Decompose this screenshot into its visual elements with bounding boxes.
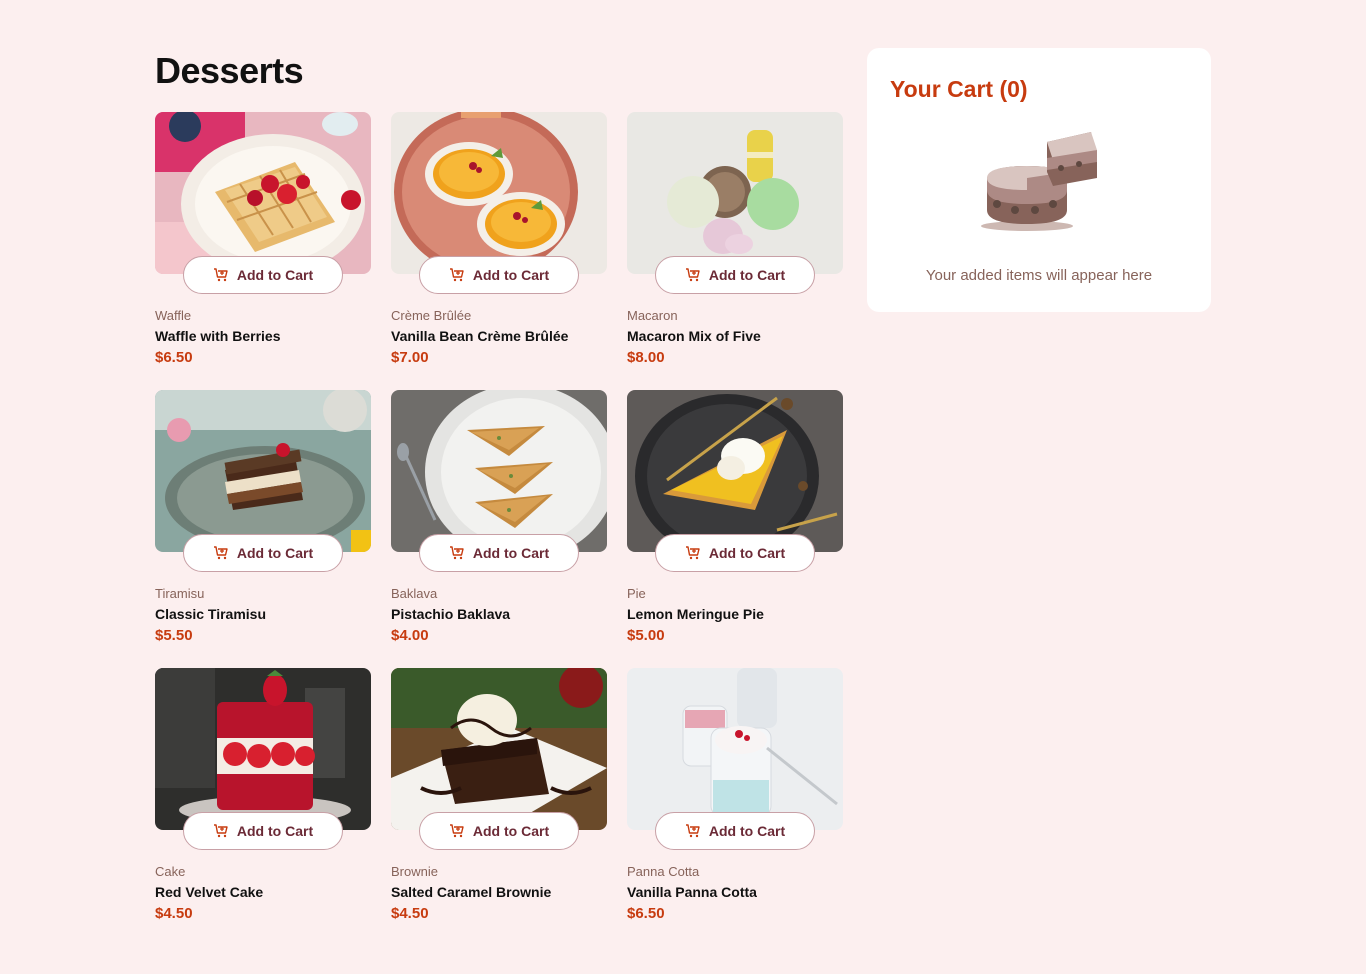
add-to-cart-label: Add to Cart (472, 545, 550, 561)
add-cart-icon (449, 267, 465, 283)
product-name: Vanilla Bean Crème Brûlée (391, 328, 569, 344)
product-name: Classic Tiramisu (155, 606, 267, 622)
product-name: Waffle with Berries (155, 328, 281, 344)
product-category: Waffle (155, 308, 192, 323)
product-card: Add to Cart Brownie Salted Caramel Brown… (391, 668, 607, 946)
macaron-image (627, 112, 843, 274)
pie-image (627, 390, 843, 552)
product-name: Pistachio Baklava (391, 606, 511, 622)
add-to-cart-button[interactable]: Add to Cart (183, 812, 343, 850)
product-price: $6.50 (627, 905, 665, 922)
product-name: Macaron Mix of Five (627, 328, 761, 344)
add-cart-icon (213, 823, 229, 839)
add-cart-icon (449, 545, 465, 561)
product-category: Brownie (391, 864, 438, 879)
product-category: Pie (627, 586, 646, 601)
product-name: Red Velvet Cake (155, 884, 264, 900)
add-to-cart-label: Add to Cart (472, 823, 550, 839)
add-to-cart-label: Add to Cart (472, 267, 550, 283)
product-price: $5.00 (627, 627, 665, 644)
add-to-cart-button[interactable]: Add to Cart (183, 256, 343, 294)
add-to-cart-label: Add to Cart (236, 267, 314, 283)
product-category: Tiramisu (155, 586, 205, 601)
brownie-image (391, 668, 607, 830)
product-category: Baklava (391, 586, 438, 601)
add-cart-icon (213, 267, 229, 283)
product-card: Add to Cart Macaron Macaron Mix of Five … (627, 112, 843, 390)
product-category: Macaron (627, 308, 678, 323)
add-cart-icon (685, 267, 701, 283)
cart-panel: Your Cart (0) Your added items will appe… (867, 48, 1211, 312)
panna-cotta-image (627, 668, 843, 830)
product-price: $4.50 (155, 905, 193, 922)
baklava-image (391, 390, 607, 552)
product-card: Add to Cart Baklava Pistachio Baklava $4… (391, 390, 607, 668)
add-to-cart-label: Add to Cart (236, 545, 314, 561)
product-category: Cake (155, 864, 186, 879)
product-price: $5.50 (155, 627, 193, 644)
product-card: Add to Cart Tiramisu Classic Tiramisu $5… (155, 390, 371, 668)
add-to-cart-button[interactable]: Add to Cart (419, 534, 579, 572)
product-card: Add to Cart Panna Cotta Vanilla Panna Co… (627, 668, 843, 946)
add-to-cart-button[interactable]: Add to Cart (655, 812, 815, 850)
cart-title: Your Cart (0) (890, 76, 1028, 102)
product-price: $8.00 (627, 349, 665, 366)
cake-image (155, 668, 371, 830)
product-price: $4.00 (391, 627, 429, 644)
add-to-cart-button[interactable]: Add to Cart (183, 534, 343, 572)
product-card: Add to Cart Pie Lemon Meringue Pie $5.00 (627, 390, 843, 668)
product-category: Crème Brûlée (391, 308, 472, 323)
product-price: $7.00 (391, 349, 429, 366)
product-name: Lemon Meringue Pie (627, 606, 764, 622)
product-name: Vanilla Panna Cotta (627, 884, 757, 900)
product-card: Add to Cart Cake Red Velvet Cake $4.50 (155, 668, 371, 946)
cart-empty-message: Your added items will appear here (925, 267, 1153, 284)
product-card: Add to Cart Waffle Waffle with Berries $… (155, 112, 371, 390)
add-to-cart-button[interactable]: Add to Cart (419, 812, 579, 850)
product-category: Panna Cotta (627, 864, 700, 879)
waffle-image (155, 112, 371, 274)
product-grid: Add to Cart Waffle Waffle with Berries $… (155, 112, 843, 946)
add-to-cart-label: Add to Cart (708, 823, 786, 839)
add-to-cart-label: Add to Cart (236, 823, 314, 839)
tiramisu-image (155, 390, 371, 552)
add-cart-icon (685, 545, 701, 561)
product-card: Add to Cart Crème Brûlée Vanilla Bean Cr… (391, 112, 607, 390)
empty-cake-icon (975, 128, 1101, 238)
add-cart-icon (449, 823, 465, 839)
add-to-cart-label: Add to Cart (708, 545, 786, 561)
page-title: Desserts (155, 50, 304, 91)
add-to-cart-button[interactable]: Add to Cart (419, 256, 579, 294)
product-name: Salted Caramel Brownie (391, 884, 552, 900)
add-to-cart-label: Add to Cart (708, 267, 786, 283)
product-price: $6.50 (155, 349, 193, 366)
add-to-cart-button[interactable]: Add to Cart (655, 256, 815, 294)
product-price: $4.50 (391, 905, 429, 922)
add-to-cart-button[interactable]: Add to Cart (655, 534, 815, 572)
add-cart-icon (213, 545, 229, 561)
add-cart-icon (685, 823, 701, 839)
creme-brulee-image (391, 112, 607, 274)
